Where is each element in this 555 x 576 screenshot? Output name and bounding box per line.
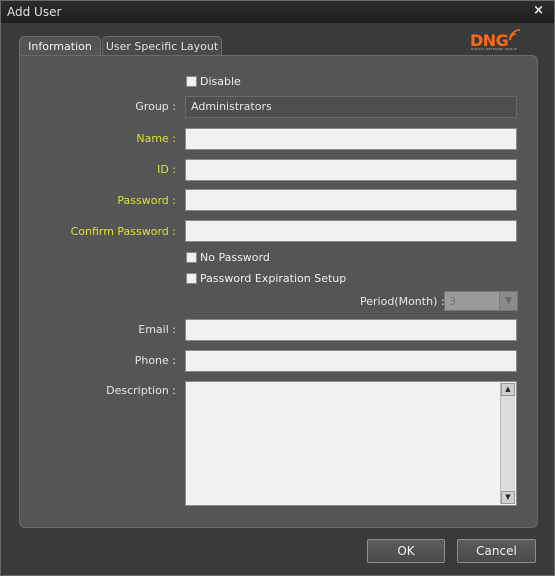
password-label: Password : — [117, 194, 176, 207]
period-label: Period(Month) : — [360, 295, 445, 308]
id-label: ID : — [157, 163, 176, 176]
tab-information[interactable]: Information — [19, 36, 101, 55]
confirm-password-label: Confirm Password : — [70, 225, 176, 238]
name-label: Name : — [136, 132, 176, 145]
no-password-label: No Password — [200, 251, 270, 264]
disable-label: Disable — [200, 75, 241, 88]
window-title: Add User — [7, 5, 62, 19]
group-value: Administrators — [191, 100, 272, 113]
title-bar[interactable]: Add User × — [1, 1, 554, 23]
email-label: Email : — [138, 323, 176, 336]
group-label: Group : — [135, 100, 176, 113]
password-expiration-checkbox[interactable] — [186, 273, 197, 284]
confirm-password-input[interactable] — [185, 220, 517, 242]
signal-icon — [509, 29, 521, 41]
id-input[interactable] — [185, 159, 517, 181]
close-icon[interactable]: × — [533, 3, 544, 18]
dng-logo: DNG DIGITAL NETWORK GROUP — [470, 29, 524, 53]
no-password-checkbox[interactable] — [186, 252, 197, 263]
chevron-down-icon[interactable]: ▼ — [499, 292, 517, 310]
name-input[interactable] — [185, 128, 517, 150]
period-value: 3 — [449, 295, 456, 308]
tab-user-specific-layout[interactable]: User Specific Layout — [102, 36, 222, 55]
logo-subtext: DIGITAL NETWORK GROUP — [471, 47, 518, 51]
period-select[interactable]: 3 ▼ — [444, 291, 518, 311]
group-field: Administrators — [185, 96, 517, 118]
phone-input[interactable] — [185, 350, 517, 372]
description-textarea[interactable]: ▲ ▼ — [185, 381, 517, 506]
phone-label: Phone : — [134, 354, 176, 367]
ok-button[interactable]: OK — [367, 539, 445, 563]
description-scrollbar[interactable]: ▲ ▼ — [500, 383, 515, 504]
scroll-down-icon[interactable]: ▼ — [501, 491, 515, 504]
disable-checkbox[interactable] — [186, 76, 197, 87]
cancel-button[interactable]: Cancel — [457, 539, 536, 563]
password-expiration-label: Password Expiration Setup — [200, 272, 347, 285]
add-user-dialog: Add User × Information User Specific Lay… — [0, 0, 555, 576]
description-label: Description : — [106, 384, 176, 397]
scroll-up-icon[interactable]: ▲ — [501, 383, 515, 396]
password-input[interactable] — [185, 189, 517, 211]
email-input[interactable] — [185, 319, 517, 341]
